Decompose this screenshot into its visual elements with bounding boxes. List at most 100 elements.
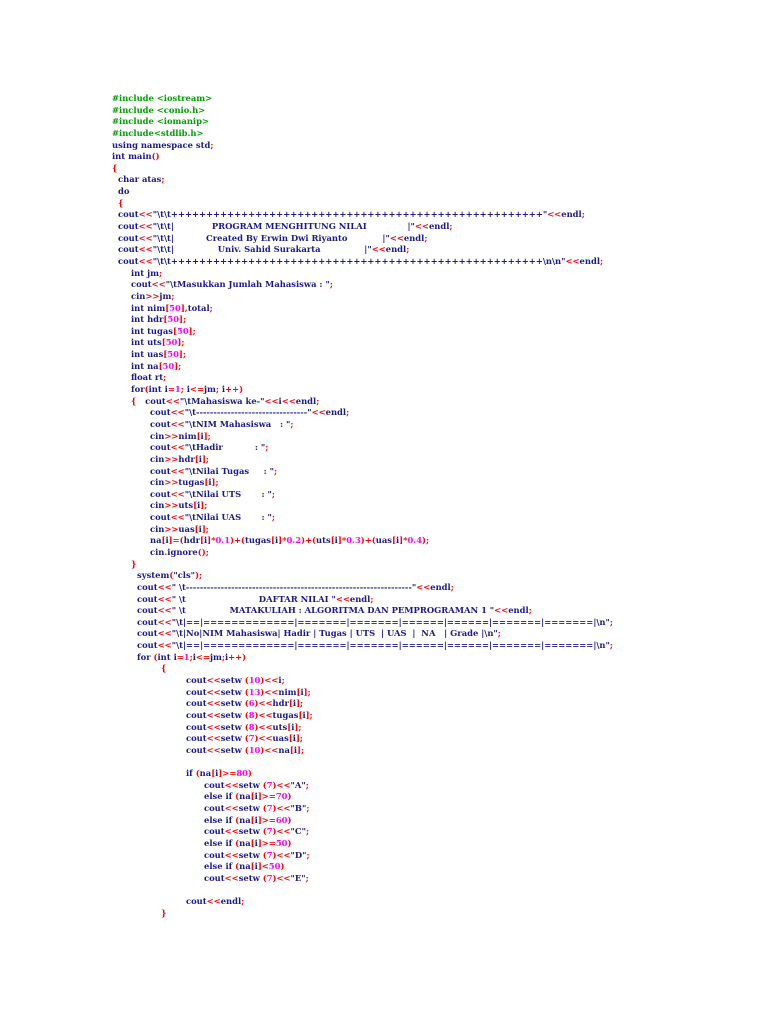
code-token: <<	[224, 779, 239, 790]
code-token: hdr	[178, 453, 195, 464]
code-line: #include <iostream>	[0, 93, 768, 105]
code-line: cout<<"\tNilai Tugas : ";	[0, 466, 768, 478]
code-token: ;	[450, 581, 454, 592]
code-token: ]>=	[257, 838, 276, 848]
code-token: cout	[137, 605, 158, 616]
code-token: uts	[272, 721, 288, 732]
code-token: <<	[206, 675, 221, 686]
code-token: cin	[150, 500, 165, 511]
code-token: na	[239, 861, 251, 872]
code-token: cout	[118, 255, 139, 266]
code-line: {	[0, 198, 768, 210]
code-line: int main()	[0, 151, 768, 163]
code-token: ignore	[167, 546, 198, 557]
code-line: cout<<setw (10)<<na[i];	[0, 745, 768, 757]
code-token: ;	[209, 302, 213, 313]
code-token: <<	[157, 605, 172, 616]
code-token: <<	[157, 640, 172, 651]
code-token: )<<	[272, 872, 291, 883]
code-token: ;	[161, 174, 165, 185]
code-token: 0.2	[286, 535, 302, 546]
code-token: na	[147, 360, 159, 371]
code-line: cout<<"\t|==|=============|=======|=====…	[0, 617, 768, 629]
code-token: )<<	[272, 803, 291, 814]
code-line: for(int i=1; i<=jm; i++)	[0, 384, 768, 396]
code-token: uas	[375, 535, 392, 546]
code-line: cout<<"\t|==|=============|=======|=====…	[0, 640, 768, 652]
code-line: else if (na[i]<50)	[0, 861, 768, 873]
code-token: "\tNIM Mahasiswa : "	[184, 418, 291, 429]
code-token: )	[287, 791, 292, 802]
code-token: ;	[274, 465, 278, 476]
code-token: <<	[565, 255, 580, 266]
code-line: cout<<"\t\t+++++++++++++++++++++++++++++…	[0, 256, 768, 268]
code-token: int	[131, 302, 148, 313]
code-token: <<	[416, 581, 431, 592]
code-token: "\t|==|=============|=======|=======|===…	[171, 640, 610, 651]
code-line: cout<<" \t MATAKULIAH : ALGORITMA DAN PE…	[0, 605, 768, 617]
code-token: ;	[528, 605, 532, 616]
code-token: int	[131, 337, 148, 348]
code-token: 50	[275, 838, 288, 848]
code-line: cout<<"\tNilai UTS : ";	[0, 489, 768, 501]
code-token: cout	[186, 896, 207, 907]
code-token: <<	[206, 709, 221, 720]
code-token: cout	[137, 616, 158, 627]
code-token: main	[128, 151, 152, 162]
code-token: >>	[164, 477, 179, 488]
code-token: <<	[206, 896, 221, 907]
code-line: #include <iomanip>	[0, 116, 768, 128]
code-token: "\tMasukkan Jumlah Mahasiswa : "	[165, 279, 330, 290]
code-token: endl	[403, 232, 425, 243]
code-token: <<	[138, 255, 153, 266]
code-token: cout	[186, 733, 207, 744]
code-token: )<<	[272, 826, 291, 837]
code-token: tugas	[147, 325, 174, 336]
code-token: uas	[178, 523, 195, 534]
code-token: "\tNilai UAS : "	[184, 512, 272, 523]
code-token: 50	[162, 360, 175, 371]
code-token: ;	[281, 675, 285, 686]
code-token: <<	[224, 872, 239, 883]
code-token: }	[131, 558, 137, 569]
code-token: "B"	[290, 803, 307, 814]
code-line: #include <conio.h>	[0, 105, 768, 117]
code-token: ]>=	[257, 814, 276, 825]
code-line: int jm;	[0, 268, 768, 280]
code-token: nim	[147, 302, 166, 313]
code-token: )<<	[254, 733, 273, 744]
code-line: cout<<setw (7)<<"A";	[0, 780, 768, 792]
code-line: do	[0, 186, 768, 198]
code-line: cin>>uts[i];	[0, 500, 768, 512]
code-token: cout	[150, 442, 171, 453]
code-token: <<	[138, 244, 153, 255]
code-token: cout	[118, 232, 139, 243]
code-token: )	[248, 768, 252, 779]
code-token: <<	[157, 616, 172, 627]
code-token: );	[195, 570, 203, 581]
code-line: if (na[i]>=80)	[0, 768, 768, 780]
code-token: <<	[206, 698, 221, 709]
code-token: <<	[264, 395, 279, 406]
code-token: cout	[204, 872, 225, 883]
code-token: cin	[150, 523, 165, 534]
code-token: endl	[220, 896, 242, 907]
code-token: cout	[150, 407, 171, 418]
code-token: "\tHadir : "	[184, 442, 266, 453]
code-line: na[i]=(hdr[i]*0.1)+(tugas[i]*0.2)+(uts[i…	[0, 535, 768, 547]
code-token: ];	[295, 733, 303, 744]
code-token: ]>=	[257, 791, 276, 802]
code-token: for	[131, 384, 145, 395]
code-token: ];	[303, 686, 311, 697]
code-token: ;	[609, 616, 613, 627]
code-token: cout	[186, 744, 207, 755]
code-token: cout	[186, 721, 207, 732]
code-token: int	[148, 384, 165, 395]
code-token: cout	[186, 698, 207, 709]
code-token: ];	[188, 325, 196, 336]
code-line: cout<<"\tNilai UAS : ";	[0, 512, 768, 524]
code-token: ;	[305, 826, 310, 837]
code-token: na	[239, 791, 251, 802]
code-token: ;	[241, 896, 245, 907]
code-token: }	[161, 907, 167, 918]
